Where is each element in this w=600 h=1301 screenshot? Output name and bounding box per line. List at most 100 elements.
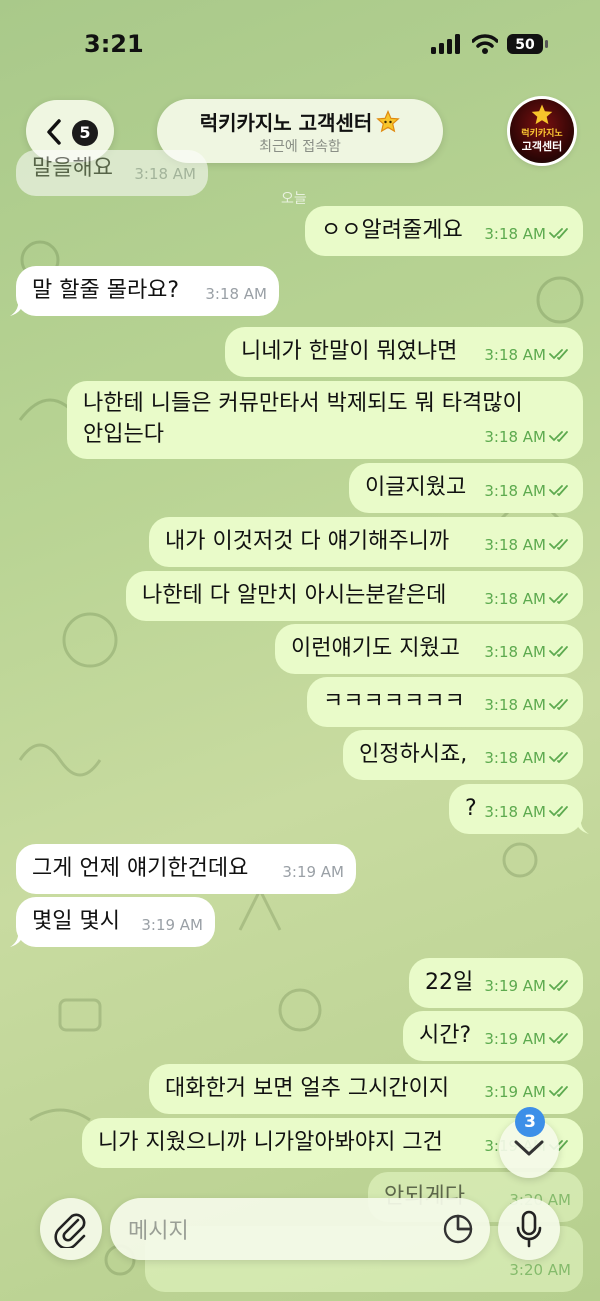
avatar[interactable]: 럭키카지노 고객센터 (510, 99, 574, 163)
message-bubble[interactable]: 그게 언제 얘기한건데요 3:19 AM (16, 844, 356, 894)
message-input-placeholder: 메시지 (128, 1219, 189, 1244)
message-text: 이런얘기도 지웠고 (291, 636, 460, 661)
message-meta: 3:18 AM (484, 636, 571, 668)
message-text-line2: 안입는다 (83, 422, 164, 447)
message-text: 이글지웠고 (365, 475, 467, 500)
message-time: 3:19 AM (282, 863, 344, 881)
message-meta: 3:18 AM (484, 583, 571, 615)
message-bubble[interactable]: 말 할줄 몰라요? 3:18 AM (10, 266, 279, 316)
message-bubble[interactable]: 말을해요 3:18 AM (16, 150, 208, 196)
double-check-icon (549, 980, 568, 991)
message-meta: 3:20 AM (509, 1254, 571, 1286)
message-text: 시간? (419, 1023, 472, 1048)
double-check-icon (549, 752, 568, 763)
message-text: 말 할줄 몰라요? (32, 278, 180, 303)
back-unread-badge: 5 (72, 120, 98, 146)
chat-title: 럭키카지노 고객센터 (157, 107, 443, 136)
avatar-text-bottom: 고객센터 (521, 140, 563, 153)
double-check-icon (549, 1086, 568, 1097)
message-meta: 3:19 AM (484, 1023, 571, 1055)
signal-icon (431, 34, 460, 54)
message-text: 내가 이것저것 다 얘기해주니까 (165, 529, 450, 554)
message-time: 3:18 AM (484, 225, 546, 243)
message-text: 몇일 몇시 (32, 909, 120, 934)
message-bubble[interactable]: ? 3:18 AM (449, 784, 589, 834)
message-bubble[interactable]: 나한테 니들은 커뮤만타서 박제되도 뭐 타격많이 안입는다 3:18 AM (67, 381, 583, 459)
bubble-tail (10, 298, 24, 316)
message-bubble[interactable]: 22일 3:19 AM (409, 958, 583, 1008)
message-bubble[interactable]: 니네가 한말이 뭐였냐면 3:18 AM (225, 327, 583, 377)
message-meta: 3:18 AM (484, 218, 571, 250)
message-text: 22일 (425, 970, 474, 995)
mic-icon (516, 1210, 542, 1248)
message-time: 3:19 AM (141, 916, 203, 934)
message-meta: 3:19 AM (141, 909, 203, 941)
message-time: 3:18 AM (484, 346, 546, 364)
message-bubble[interactable]: 인정하시죠, 3:18 AM (343, 730, 583, 780)
message-bubble[interactable]: 몇일 몇시 3:19 AM (10, 897, 215, 947)
message-text: 나한테 니들은 커뮤만타서 박제되도 뭐 타격많이 (83, 391, 523, 416)
message-meta: 3:18 AM (484, 742, 571, 774)
double-check-icon (549, 593, 568, 604)
message-time: 3:18 AM (484, 696, 546, 714)
message-time: 3:18 AM (484, 536, 546, 554)
double-check-icon (549, 646, 568, 657)
paperclip-icon (54, 1213, 86, 1248)
microphone-button[interactable] (498, 1198, 560, 1260)
double-check-icon (549, 485, 568, 496)
bubble-tail (10, 929, 24, 947)
chat-title-text: 럭키카지노 고객센터 (199, 111, 373, 135)
date-separator: 오늘 (281, 191, 307, 207)
double-check-icon (549, 228, 568, 239)
attach-button[interactable] (40, 1198, 102, 1260)
chevron-down-icon (514, 1140, 544, 1156)
double-check-icon (549, 349, 568, 360)
message-time: 3:18 AM (205, 285, 267, 303)
avatar-star-icon (531, 104, 553, 125)
message-meta: 3:18 AM (484, 421, 571, 453)
message-time: 3:19 AM (484, 1083, 546, 1101)
message-time: 3:18 AM (484, 643, 546, 661)
message-text: 니가 지웠으니까 니가알아봐야지 그건 (98, 1130, 443, 1155)
message-bubble[interactable]: 이글지웠고 3:18 AM (349, 463, 583, 513)
star-icon (376, 110, 401, 133)
chevron-left-icon (47, 119, 61, 145)
battery-level: 50 (515, 37, 535, 53)
message-time: 3:19 AM (484, 977, 546, 995)
message-meta: 3:18 AM (484, 689, 571, 721)
status-time: 3:21 (84, 30, 144, 58)
message-meta: 3:18 AM (484, 339, 571, 371)
message-bubble[interactable]: ㅋㅋㅋㅋㅋㅋㅋ 3:18 AM (307, 677, 583, 727)
message-meta: 3:18 AM (134, 158, 196, 190)
double-check-icon (549, 539, 568, 550)
message-text: 대화한거 보면 얼추 그시간이지 (165, 1076, 450, 1101)
message-time: 3:18 AM (134, 165, 196, 183)
message-text: ㅋㅋㅋㅋㅋㅋㅋ (323, 689, 465, 714)
message-meta: 3:18 AM (484, 475, 571, 507)
message-bubble[interactable]: 내가 이것저것 다 얘기해주니까 3:18 AM (149, 517, 583, 567)
double-check-icon (549, 1033, 568, 1044)
message-time: 3:18 AM (484, 803, 546, 821)
message-input[interactable]: 메시지 (110, 1198, 490, 1260)
message-text: 말을해요 (32, 156, 113, 181)
unread-count-badge: 3 (515, 1107, 545, 1137)
message-bubble[interactable]: 나한테 다 알만치 아시는분같은데 3:18 AM (126, 571, 583, 621)
message-bubble[interactable]: 대화한거 보면 얼추 그시간이지 3:19 AM (149, 1064, 583, 1114)
status-bar: 3:21 50 (0, 0, 600, 90)
wifi-icon (472, 34, 498, 54)
message-bubble[interactable]: 시간? 3:19 AM (403, 1011, 583, 1061)
message-text: 인정하시죠, (359, 742, 468, 767)
double-check-icon (549, 806, 568, 817)
message-text: 나한테 다 알만치 아시는분같은데 (142, 583, 447, 608)
message-time: 3:18 AM (484, 428, 546, 446)
message-meta: 3:18 AM (484, 796, 571, 828)
battery-icon: 50 (507, 34, 548, 54)
message-time: 3:18 AM (484, 482, 546, 500)
message-bubble[interactable]: ㅇㅇ알려줄게요 3:18 AM (305, 206, 583, 256)
message-meta: 3:19 AM (282, 856, 344, 888)
message-bubble[interactable]: 이런얘기도 지웠고 3:18 AM (275, 624, 583, 674)
bubble-tail (575, 816, 589, 834)
sticker-icon[interactable] (442, 1213, 474, 1245)
message-text: 그게 언제 얘기한건데요 (32, 856, 249, 881)
message-time: 3:20 AM (509, 1261, 571, 1279)
